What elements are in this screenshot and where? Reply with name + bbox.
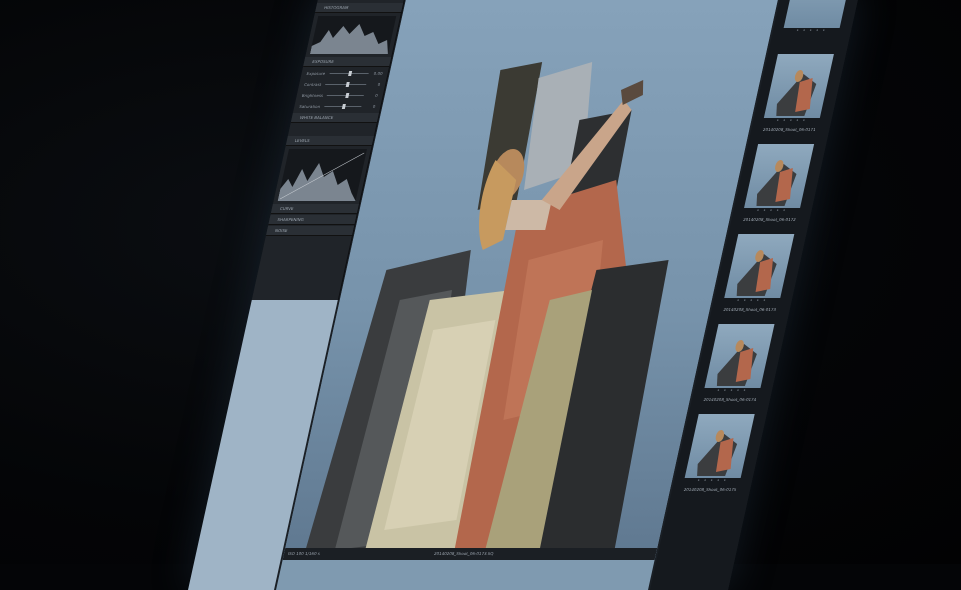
slider-value: 0 [377, 82, 381, 87]
slider-label: Brightness [301, 93, 324, 98]
thumbnail-image [744, 144, 815, 208]
histogram-levels [277, 149, 368, 201]
thumbnail-caption: 20140208_Shoot_06-0172 [742, 217, 797, 222]
slider-contrast[interactable]: Contrast 0 [298, 79, 386, 90]
slider-exposure[interactable]: Exposure 0.00 [300, 68, 388, 79]
slider-value: 0.00 [373, 71, 384, 76]
rating-dots[interactable]: • • • • • [699, 388, 764, 394]
slider-brightness[interactable]: Brightness 0 [296, 90, 384, 101]
exif-readout: ISO 100 1/160 s [287, 551, 321, 556]
thumbnail-caption: 20140208_Shoot_06-0171 [762, 127, 817, 132]
tool-tab-bar [317, 0, 406, 2]
thumbnail-image [684, 414, 755, 478]
thumbnail[interactable]: • • • • • 20140208_Shoot_06-0173 [717, 230, 799, 314]
section-white-balance[interactable]: WHITE BALANCE [290, 113, 379, 123]
slider-label: Saturation [298, 104, 321, 109]
thumbnail[interactable]: • • • • • 20140208_Shoot_06-0171 [756, 50, 838, 134]
slider-label: Contrast [303, 82, 322, 87]
dropdown-row[interactable] [288, 124, 376, 135]
section-histogram[interactable]: HISTOGRAM [314, 3, 404, 13]
viewer-status-bar: ISO 100 1/160 s 20140208_Shoot_06-0173.I… [282, 548, 658, 560]
rating-dots[interactable]: • • • • • [778, 28, 843, 34]
section-exposure[interactable]: EXPOSURE [303, 57, 392, 67]
rating-dots[interactable]: • • • • • [679, 478, 744, 484]
slider-value: 0 [374, 93, 379, 98]
histogram-top [309, 16, 397, 54]
section-sharpening[interactable]: SHARPENING [268, 215, 357, 225]
thumbnail-image [763, 54, 834, 118]
thumbnail-caption: 20140208_Shoot_06-0173 [722, 307, 777, 312]
thumbnail-image [724, 234, 795, 298]
thumbnail-caption: 20140208_Shoot_06-0174 [703, 397, 757, 402]
rating-dots[interactable]: • • • • • [719, 298, 784, 304]
thumbnail[interactable]: • • • • • [776, 0, 858, 44]
rating-dots[interactable]: • • • • • [739, 208, 804, 214]
thumbnail-image [783, 0, 854, 28]
thumbnail[interactable]: • • • • • 20140208_Shoot_06-0174 [697, 320, 779, 404]
thumbnail-caption: 20140208_Shoot_06-0175 [683, 487, 737, 492]
slider-value: 0 [372, 104, 376, 109]
rating-dots[interactable]: • • • • • [759, 118, 824, 124]
thumbnail-image [704, 324, 775, 388]
section-curve[interactable]: CURVE [270, 204, 359, 214]
thumbnail[interactable]: • • • • • 20140208_Shoot_06-0172 [737, 140, 819, 224]
section-levels[interactable]: LEVELS [285, 136, 374, 146]
filename-label: 20140208_Shoot_06-0173.IIQ [433, 551, 494, 556]
slider-saturation[interactable]: Saturation 0 [293, 101, 381, 112]
section-noise[interactable]: NOISE [265, 226, 355, 236]
slider-label: Exposure [306, 71, 326, 76]
thumbnail[interactable]: • • • • • 20140208_Shoot_06-0175 [677, 410, 759, 494]
